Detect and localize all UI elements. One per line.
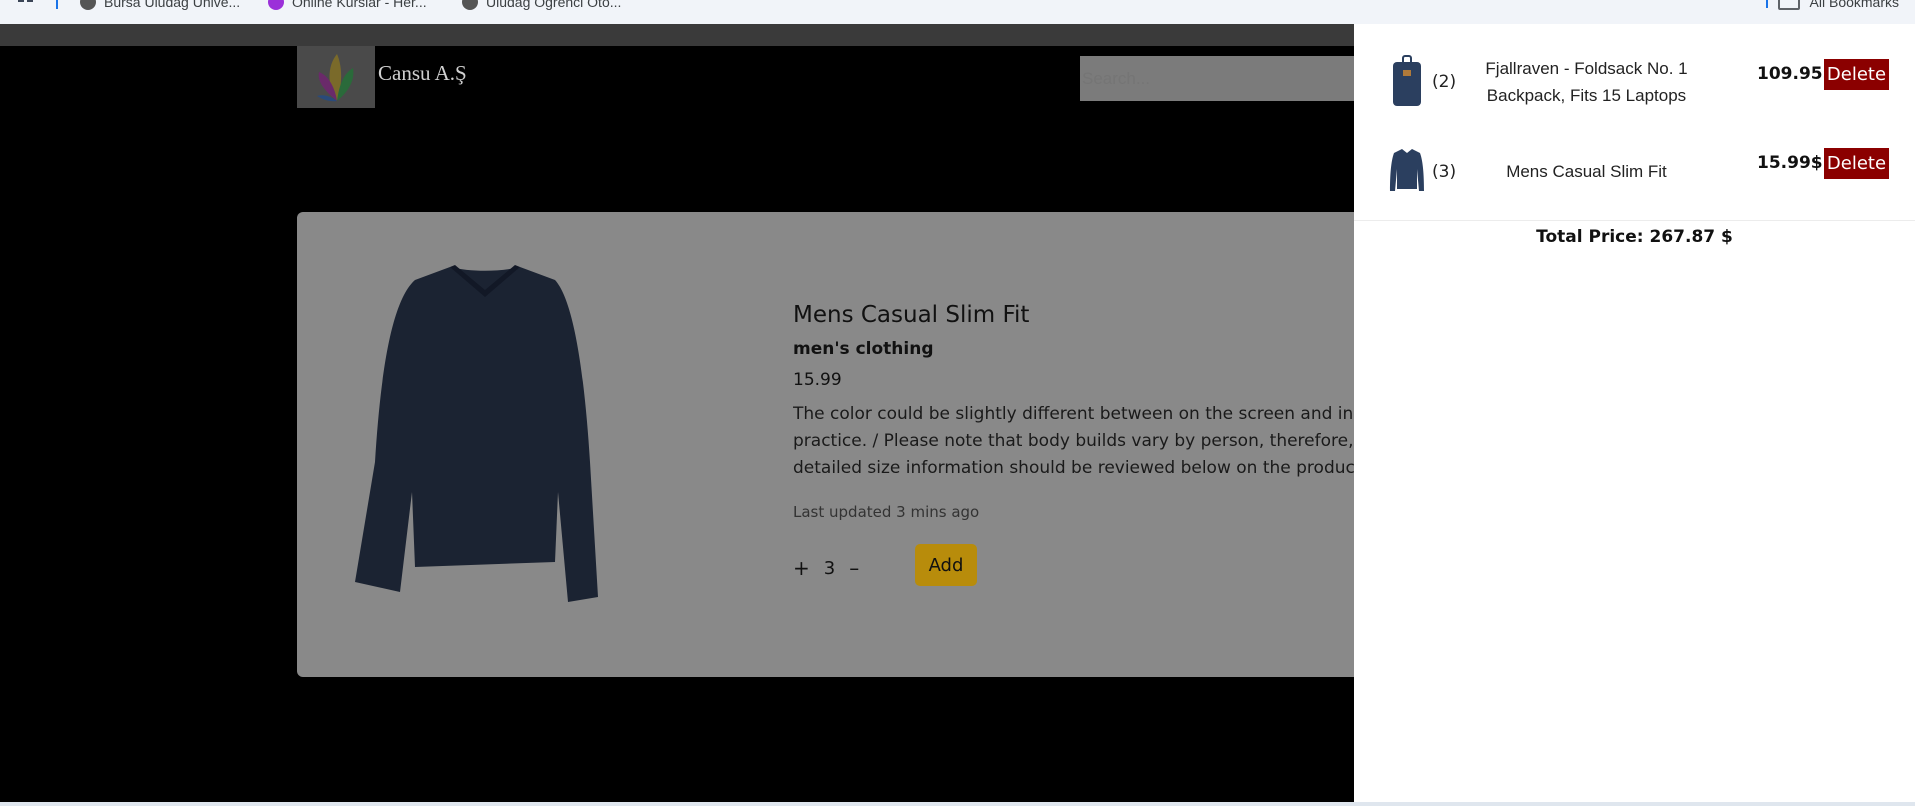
- bookmark-label: Bursa Uludağ Ünive...: [104, 0, 241, 10]
- backpack-icon: [1389, 54, 1425, 113]
- quantity-value: 3: [823, 557, 836, 579]
- increase-button[interactable]: +: [793, 556, 810, 580]
- bookmarks-divider: [56, 0, 58, 9]
- page-top-strip: [0, 24, 1354, 46]
- product-description-text: The color could be slightly different be…: [793, 404, 1354, 478]
- product-description: The color could be slightly different be…: [793, 401, 1354, 483]
- bookmarks-bar: Bursa Uludağ Ünive... Online Kurslar - H…: [0, 0, 1915, 25]
- cart-total: Total Price: 267.87 $: [1536, 227, 1733, 247]
- product-price: 15.99: [793, 370, 842, 390]
- bookmark-item[interactable]: Bursa Uludağ Ünive...: [80, 0, 240, 10]
- cart-item-price: 15.99$: [1757, 153, 1823, 173]
- course-icon: [268, 0, 284, 10]
- cart-item-price: 109.95$: [1757, 64, 1835, 84]
- bookmark-item[interactable]: Online Kurslar - Her...: [268, 0, 427, 10]
- bookmark-label: Online Kurslar - Her...: [292, 0, 427, 10]
- window-bottom-edge: [0, 802, 1915, 806]
- shirt-icon: [1389, 147, 1425, 198]
- globe-icon: [462, 0, 478, 10]
- cart-item-count: (3): [1432, 162, 1457, 182]
- brand-name[interactable]: Cansu A.Ş: [378, 61, 467, 86]
- bookmark-label: Uludağ Öğrenci Oto...: [486, 0, 622, 10]
- cart-item-name: Mens Casual Slim Fit: [1506, 162, 1667, 181]
- add-to-cart-button[interactable]: Add: [915, 544, 977, 586]
- last-updated: Last updated 3 mins ago: [793, 503, 980, 521]
- cart-item-count: (2): [1432, 72, 1457, 92]
- cart-item-name: Fjallraven - Foldsack No. 1 Backpack, Fi…: [1485, 59, 1688, 105]
- quantity-stepper: + 3 –: [793, 556, 859, 580]
- bookmarks-divider: [1765, 0, 1768, 8]
- cart-divider: [1354, 220, 1915, 221]
- brand-logo[interactable]: [297, 46, 375, 108]
- delete-button[interactable]: Delete: [1824, 148, 1889, 179]
- apps-grid-icon[interactable]: [18, 0, 38, 9]
- all-bookmarks[interactable]: All Bookmarks: [1765, 0, 1899, 10]
- decrease-button[interactable]: –: [849, 556, 859, 580]
- product-image: [350, 262, 620, 612]
- all-bookmarks-label: All Bookmarks: [1809, 0, 1899, 10]
- globe-icon: [80, 0, 96, 10]
- cart-panel: (2) Fjallraven - Foldsack No. 1 Backpack…: [1354, 24, 1915, 802]
- product-category: men's clothing: [793, 339, 934, 359]
- search-input[interactable]: [1080, 56, 1354, 101]
- delete-button[interactable]: Delete: [1824, 59, 1889, 90]
- product-title: Mens Casual Slim Fit: [793, 302, 1030, 328]
- folder-icon: [1777, 0, 1800, 10]
- bookmark-item[interactable]: Uludağ Öğrenci Oto...: [462, 0, 621, 10]
